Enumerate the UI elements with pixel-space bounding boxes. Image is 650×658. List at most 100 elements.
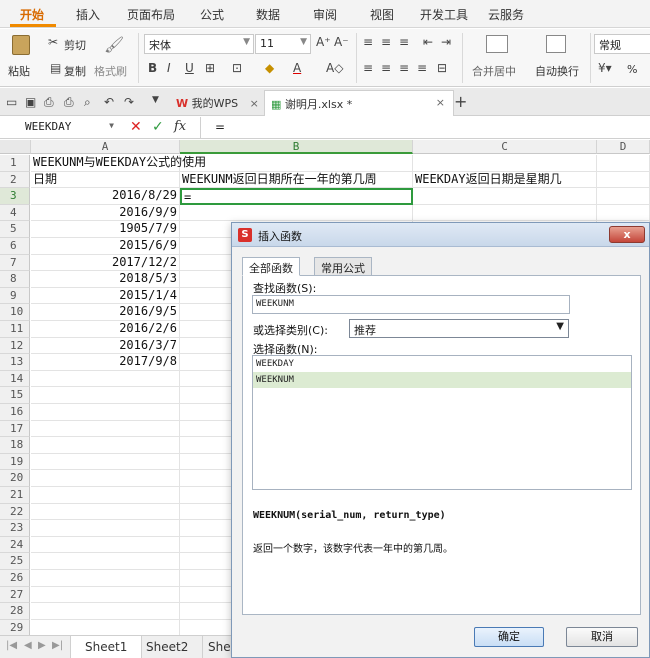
border-icon[interactable]: ⊞ [205,61,215,75]
fill-color-icon[interactable]: ◆ [265,61,274,75]
row-header[interactable]: 24 [0,536,30,554]
preview-icon[interactable]: ⌕ [84,95,91,110]
column-header-b[interactable]: B [180,140,413,154]
bold-icon[interactable]: B [148,61,157,75]
cell-a29[interactable] [31,619,180,635]
cell-d4[interactable] [597,204,650,222]
cancel-button[interactable]: 取消 [566,627,638,647]
function-item-weeknum[interactable]: WEEKNUM [253,372,631,388]
row-header[interactable]: 18 [0,437,30,454]
wrap-text-icon[interactable] [546,35,566,53]
row-header[interactable]: 23 [0,520,30,537]
align-top-icon[interactable]: ≡ [363,35,373,49]
tab-developer[interactable]: 开发工具 [420,6,468,23]
copy-button[interactable]: 复制 [64,63,86,79]
clear-icon[interactable]: A◇ [326,61,343,75]
tab-workbook[interactable]: ▦ 谢明月.xlsx * × [264,90,454,116]
cell-b4[interactable] [180,204,413,222]
cell-a1[interactable]: WEEKUNM与WEEKDAY公式的使用 [31,155,206,172]
undo-icon[interactable]: ↶ [104,95,114,109]
cell-a8[interactable]: 2018/5/3 [31,271,180,288]
tab-home[interactable]: 开始 [20,6,44,23]
cell-a18[interactable] [31,437,180,454]
insert-function-button[interactable]: fx [174,119,186,134]
percent-button[interactable]: % [627,63,637,76]
align-left-icon[interactable]: ≡ [363,61,373,75]
name-box[interactable]: WEEKDAY ▼ [22,119,118,137]
row-header[interactable]: 1 [0,155,30,172]
row-header[interactable]: 14 [0,370,30,388]
row-header[interactable]: 28 [0,603,30,620]
cell-c1[interactable] [413,155,597,172]
function-list[interactable]: WEEKDAY WEEKNUM [252,355,632,490]
first-sheet-icon[interactable]: |◀ [6,640,17,651]
row-header[interactable]: 6 [0,238,30,255]
tab-cloud[interactable]: 云服务 [488,6,524,23]
cell-d2[interactable] [597,171,650,189]
font-color-icon[interactable]: A [293,61,301,75]
row-header[interactable]: 13 [0,354,30,371]
cell-a9[interactable]: 2015/1/4 [31,287,180,305]
row-header[interactable]: 8 [0,271,30,288]
cell-c4[interactable] [413,204,597,222]
cut-button[interactable]: 剪切 [64,37,86,53]
redo-icon[interactable]: ↷ [124,95,134,109]
column-header-c[interactable]: C [413,140,597,154]
cell-a6[interactable]: 2015/6/9 [31,238,180,255]
tab-my-wps[interactable]: W 我的WPS × [170,90,265,116]
row-header[interactable]: 20 [0,470,30,487]
cell-d1[interactable] [597,155,650,172]
cell-a4[interactable]: 2016/9/9 [31,204,180,222]
indent-decrease-icon[interactable]: ⇤ [423,35,433,49]
ok-button[interactable]: 确定 [474,627,544,647]
new-tab-button[interactable]: + [454,92,467,111]
paste-icon[interactable] [12,35,30,55]
tab-review[interactable]: 审阅 [313,6,337,23]
font-size-select[interactable]: 11 ▼ [255,34,311,54]
sheet-tab-2[interactable]: Sheet2 [132,636,204,658]
tab-formulas[interactable]: 公式 [200,6,224,23]
wrap-text-button[interactable]: 自动换行 [535,63,579,79]
row-header[interactable]: 5 [0,221,30,238]
cell-b2[interactable]: WEEKUNM返回日期所在一年的第几周 [180,171,413,189]
italic-icon[interactable]: I [167,61,171,75]
cell-c3[interactable] [413,188,597,205]
cell-a3[interactable]: 2016/8/29 [31,188,180,205]
save-icon[interactable]: ▣ [25,95,36,109]
cell-b1[interactable] [180,155,413,172]
row-header[interactable]: 26 [0,570,30,587]
confirm-entry-icon[interactable]: ✓ [152,119,164,135]
tab-data[interactable]: 数据 [256,6,280,23]
row-header[interactable]: 17 [0,420,30,438]
column-header-d[interactable]: D [597,140,650,154]
row-header[interactable]: 15 [0,387,30,404]
cell-a22[interactable] [31,503,180,521]
row-header[interactable]: 29 [0,619,30,635]
cell-a27[interactable] [31,586,180,604]
currency-icon[interactable]: ¥▾ [598,61,612,75]
format-painter-button[interactable]: 格式刷 [94,63,127,79]
row-header[interactable]: 3 [0,188,30,205]
distributed-icon[interactable]: ⊟ [437,61,447,75]
cell-a14[interactable] [31,370,180,388]
function-item-weekday[interactable]: WEEKDAY [253,356,631,372]
cell-a15[interactable] [31,387,180,404]
row-header[interactable]: 21 [0,487,30,504]
cell-a25[interactable] [31,553,180,570]
close-button[interactable]: x [609,226,645,243]
row-header[interactable]: 12 [0,337,30,355]
paste-button[interactable]: 粘贴 [8,63,30,79]
cell-a11[interactable]: 2016/2/6 [31,321,180,338]
cell-b3[interactable]: = [180,188,413,205]
font-name-select[interactable]: 宋体 ▼ [144,34,254,54]
row-header[interactable]: 22 [0,503,30,521]
export-icon[interactable]: ⎙ [44,95,54,110]
align-right-icon[interactable]: ≡ [399,61,409,75]
open-folder-icon[interactable]: ▭ [6,95,17,109]
row-header[interactable]: 10 [0,304,30,321]
tab-view[interactable]: 视图 [370,6,394,23]
print-icon[interactable]: ⎙ [64,95,74,110]
column-header-a[interactable]: A [31,140,180,154]
customize-icon[interactable]: ▼ [152,95,159,105]
cell-a2[interactable]: 日期 [31,171,180,189]
